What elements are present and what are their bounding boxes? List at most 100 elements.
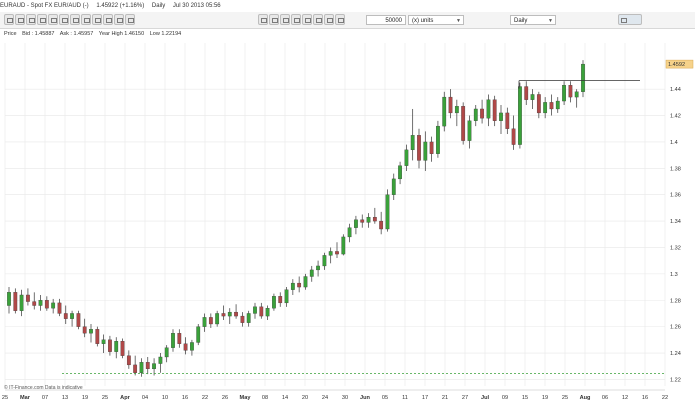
- color-icon[interactable]: [313, 14, 323, 25]
- y-tick-label: 1.32: [670, 245, 681, 251]
- ellipse-tool-icon[interactable]: [103, 14, 113, 25]
- x-tick-label: 30: [342, 395, 348, 401]
- candle-body: [309, 269, 314, 277]
- candle-body: [208, 317, 213, 325]
- scale-icon[interactable]: [302, 14, 312, 25]
- candle-body: [536, 94, 541, 114]
- price-chart[interactable]: 1.4592 1.44 1.42 1.4 1.38 1.36 1.34 1.32 1.3 1.2…: [0, 39, 695, 409]
- chart-type-icon[interactable]: [258, 14, 268, 25]
- candle-body: [581, 63, 585, 92]
- units-select[interactable]: (x) units ▼: [408, 15, 464, 25]
- candle-body: [38, 300, 43, 306]
- settings-tool-icon[interactable]: [125, 14, 135, 25]
- interval-label: Daily: [151, 3, 166, 9]
- instrument-symbol: EURAUD - Spot FX EUR/AUD (-): [0, 3, 89, 9]
- candle-body: [108, 339, 112, 352]
- candle-body: [265, 308, 270, 317]
- compare-icon[interactable]: [280, 14, 290, 25]
- x-tick-label: 13: [62, 395, 68, 401]
- candle-body: [246, 313, 251, 323]
- candle-body: [152, 363, 156, 370]
- candle-body: [555, 100, 560, 110]
- candle-body: [63, 313, 68, 319]
- x-tick-label: 12: [622, 395, 628, 401]
- candle-body: [574, 91, 579, 98]
- candle-body: [404, 149, 409, 166]
- candle-body: [562, 85, 566, 102]
- price-label: Price: [4, 31, 17, 37]
- data-source-note: © IT-Finance.com Data is indicative: [4, 385, 83, 391]
- x-tick-label: 19: [542, 395, 548, 401]
- candle-body: [76, 313, 81, 327]
- ask-value: Ask : 1.45957: [59, 31, 94, 37]
- year-high-value: Year High 1.46150: [98, 31, 145, 37]
- candle-body: [467, 120, 472, 141]
- arrow-tool-icon[interactable]: [81, 14, 91, 25]
- candle-body: [379, 220, 384, 230]
- text-tool-icon[interactable]: [48, 14, 58, 25]
- candle-body: [448, 96, 453, 114]
- candle-body: [354, 219, 358, 228]
- fibonacci-tool-icon[interactable]: [59, 14, 69, 25]
- indicator-icon[interactable]: [269, 14, 279, 25]
- period-select[interactable]: Daily ▼: [510, 15, 556, 25]
- candle-body: [190, 342, 194, 351]
- channel-tool-icon[interactable]: [70, 14, 80, 25]
- y-tick-label: 1.42: [670, 114, 681, 120]
- y-tick-label: 1.28: [670, 298, 681, 304]
- save-icon[interactable]: [335, 14, 345, 25]
- line-tool-icon[interactable]: [37, 14, 47, 25]
- candle-body: [139, 362, 144, 373]
- chevron-down-icon: ▼: [456, 18, 461, 24]
- candle-body: [335, 251, 339, 255]
- candle-body: [454, 106, 459, 114]
- chevron-down-icon: ▼: [548, 18, 553, 24]
- candle-body: [511, 128, 516, 145]
- x-tick-label: 09: [502, 395, 508, 401]
- candle-body: [101, 339, 106, 344]
- rectangle-tool-icon[interactable]: [92, 14, 102, 25]
- candle-body: [549, 102, 554, 110]
- candle-body: [114, 340, 119, 352]
- x-tick-label: 07: [42, 395, 48, 401]
- layout-button-icon[interactable]: [618, 14, 642, 25]
- candle-body: [221, 313, 226, 317]
- candle-body: [391, 178, 396, 195]
- y-tick-label: 1.22: [670, 377, 681, 383]
- period-label: Daily: [514, 18, 528, 24]
- x-tick-label: 08: [262, 395, 268, 401]
- candle-body: [7, 292, 11, 306]
- print-icon[interactable]: [324, 14, 334, 25]
- candle-body: [436, 125, 440, 154]
- quantity-input[interactable]: 50000: [366, 15, 406, 25]
- candle-body: [89, 329, 93, 334]
- candle-body: [240, 315, 245, 323]
- low-value: Low 1.22194: [149, 31, 182, 37]
- eraser-tool-icon[interactable]: [114, 14, 124, 25]
- candle-body: [57, 302, 62, 314]
- candle-body: [480, 108, 484, 119]
- y-tick-label: 1.24: [670, 351, 681, 357]
- crosshair-tool-icon[interactable]: [4, 14, 14, 25]
- x-tick-label: 16: [182, 395, 188, 401]
- candle-body: [133, 364, 138, 373]
- x-tick-label: 10: [162, 395, 168, 401]
- candle-body: [272, 296, 276, 309]
- grid-toggle-icon[interactable]: [291, 14, 301, 25]
- candle-body: [284, 289, 289, 304]
- candle-body: [341, 236, 346, 255]
- candle-body: [171, 333, 175, 348]
- zoom-out-icon[interactable]: [26, 14, 36, 25]
- candle-body: [158, 356, 163, 364]
- y-tick-label: 1.26: [670, 325, 681, 331]
- candle-body: [145, 362, 150, 369]
- y-tick-label: 1.34: [670, 219, 681, 225]
- last-price-label: 1.4592: [668, 62, 685, 68]
- candle-body: [518, 86, 522, 145]
- x-tick-label: 05: [382, 395, 388, 401]
- candle-body: [95, 329, 100, 344]
- candle-body: [360, 219, 365, 223]
- y-tick-label: 1.36: [670, 193, 681, 199]
- candle-body: [44, 300, 49, 309]
- zoom-in-icon[interactable]: [15, 14, 25, 25]
